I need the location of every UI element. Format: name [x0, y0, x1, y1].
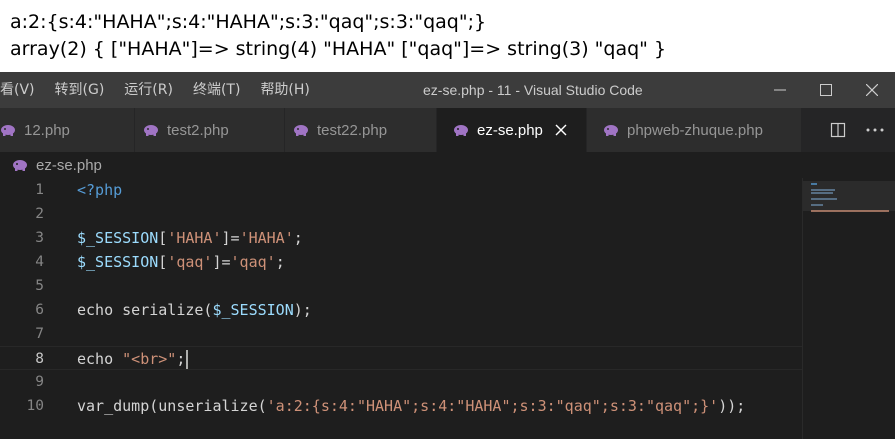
tab-test22-php[interactable]: test22.php [285, 108, 437, 152]
code-line: 10 var_dump(unserialize('a:2:{s:4:"HAHA"… [0, 394, 802, 418]
menu-bar: 看(V) 转到(G) 运行(R) 终端(T) 帮助(H) [0, 72, 320, 108]
tab-label: test22.php [317, 121, 388, 139]
var-dump-output: array(2) { ["HAHA"]=> string(4) "HAHA" [… [10, 38, 667, 60]
line-number: 4 [35, 254, 44, 270]
code-line: 4 $_SESSION['qaq']='qaq'; [0, 250, 802, 274]
code-line: 2 [0, 202, 802, 226]
php-elephant-icon [604, 125, 618, 136]
php-elephant-icon [294, 125, 308, 136]
minimap-line [811, 192, 833, 194]
code-text: $_SESSION['HAHA']='HAHA'; [77, 229, 303, 247]
line-number: 3 [35, 230, 44, 246]
code-text: <?php [77, 181, 123, 199]
breadcrumb-file[interactable]: ez-se.php [36, 157, 102, 174]
code-text: var_dump(unserialize('a:2:{s:4:"HAHA";s:… [77, 397, 746, 415]
code-line: 1 <?php [0, 178, 802, 202]
tab-12-php[interactable]: 12.php [0, 108, 135, 152]
code-line: 3 $_SESSION['HAHA']='HAHA'; [0, 226, 802, 250]
tab-ez-se-php[interactable]: ez-se.php [437, 108, 587, 152]
close-window-button[interactable] [849, 72, 895, 108]
line-number: 8 [35, 351, 44, 367]
maximize-icon [820, 84, 832, 96]
code-editor[interactable]: 1 <?php 2 3 $_SESSION['HAHA']='HAHA'; 4 … [0, 178, 895, 439]
window-title: ez-se.php - 11 - Visual Studio Code [423, 82, 643, 98]
more-actions-icon [866, 128, 884, 132]
split-editor-button[interactable] [821, 108, 855, 152]
line-number: 9 [35, 374, 44, 390]
menu-view[interactable]: 看(V) [0, 72, 45, 108]
minimap-line [811, 198, 837, 200]
editor-actions [821, 108, 895, 152]
minimap-line [811, 183, 817, 185]
browser-output: a:2:{s:4:"HAHA";s:4:"HAHA";s:3:"qaq";s:3… [0, 0, 895, 72]
minimap[interactable] [802, 178, 895, 439]
line-number: 2 [35, 206, 44, 222]
code-line: 9 [0, 370, 802, 394]
menu-go[interactable]: 转到(G) [45, 72, 115, 108]
menu-run[interactable]: 运行(R) [114, 72, 183, 108]
tab-label: phpweb-zhuque.php [627, 121, 763, 139]
code-text: echo serialize($_SESSION); [77, 301, 312, 319]
php-elephant-icon [454, 125, 468, 136]
more-actions-button[interactable] [855, 108, 895, 152]
editor-tabs: 12.php test2.php test22.php ez-se.php ph… [0, 108, 895, 152]
code-text: echo "<br>"; [77, 347, 189, 371]
split-editor-icon [830, 122, 846, 138]
close-icon [866, 84, 878, 96]
tab-phpweb-zhuque-php[interactable]: phpweb-zhuque.php [587, 108, 802, 152]
serialized-output: a:2:{s:4:"HAHA";s:4:"HAHA";s:3:"qaq";s:3… [10, 11, 487, 33]
tab-label: test2.php [167, 121, 229, 139]
tab-label: 12.php [24, 121, 70, 139]
tab-label: ez-se.php [477, 121, 543, 139]
line-number: 7 [35, 326, 44, 342]
code-line: 5 [0, 274, 802, 298]
current-line: 8 echo "<br>"; [0, 346, 802, 370]
close-tab-icon[interactable] [555, 124, 567, 136]
title-bar: 看(V) 转到(G) 运行(R) 终端(T) 帮助(H) ez-se.php -… [0, 72, 895, 108]
minimize-button[interactable] [757, 72, 803, 108]
vscode-window: 看(V) 转到(G) 运行(R) 终端(T) 帮助(H) ez-se.php -… [0, 72, 895, 439]
maximize-button[interactable] [803, 72, 849, 108]
menu-terminal[interactable]: 终端(T) [183, 72, 250, 108]
line-number: 5 [35, 278, 44, 294]
code-line: 7 [0, 322, 802, 346]
minimap-line [811, 204, 823, 206]
php-elephant-icon [13, 160, 27, 171]
text-cursor [186, 350, 189, 369]
line-number: 10 [26, 398, 44, 414]
minimap-slider[interactable] [803, 181, 895, 211]
tab-test2-php[interactable]: test2.php [135, 108, 285, 152]
line-number: 6 [35, 302, 44, 318]
line-number: 1 [35, 182, 44, 198]
minimap-line [811, 189, 835, 191]
code-line: 6 echo serialize($_SESSION); [0, 298, 802, 322]
breadcrumb: ez-se.php [0, 152, 895, 178]
window-controls [757, 72, 895, 108]
code-text: $_SESSION['qaq']='qaq'; [77, 253, 285, 271]
php-elephant-icon [1, 125, 15, 136]
minimize-icon [774, 89, 786, 91]
menu-help[interactable]: 帮助(H) [250, 72, 319, 108]
php-elephant-icon [144, 125, 158, 136]
minimap-line [811, 210, 889, 212]
